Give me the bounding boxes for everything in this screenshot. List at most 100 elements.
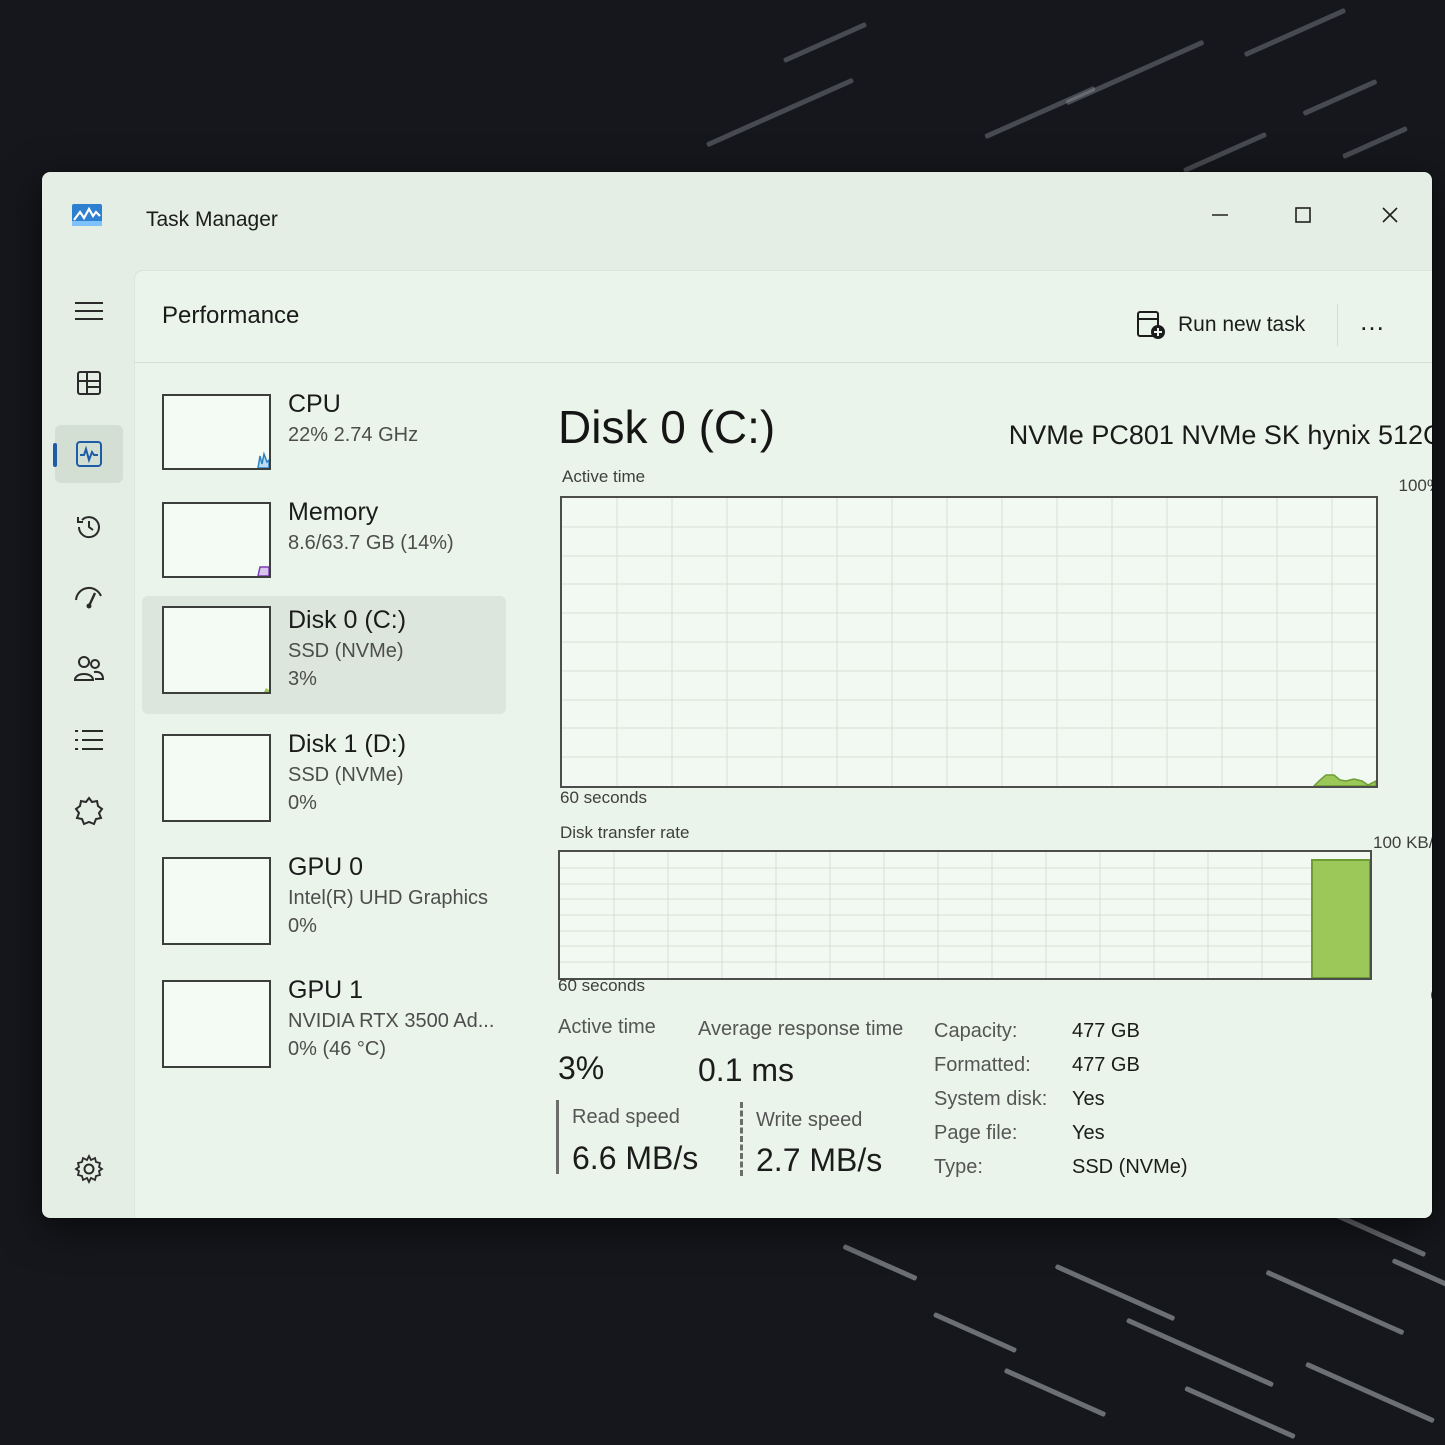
minimize-button[interactable] xyxy=(1192,190,1248,240)
run-task-icon xyxy=(1137,311,1165,339)
close-icon xyxy=(1382,207,1398,223)
performance-icon xyxy=(76,441,102,467)
minimize-icon xyxy=(1212,214,1228,216)
nav-menu-button[interactable] xyxy=(55,282,123,340)
device-thumbnail-graph xyxy=(162,857,271,945)
device-usage: 0% (46 °C) xyxy=(288,1038,387,1060)
device-thumbnail-graph xyxy=(162,606,271,694)
window-title: Task Manager xyxy=(146,208,278,231)
device-name: Memory xyxy=(288,498,379,526)
nav-item-app-history[interactable] xyxy=(55,498,123,556)
device-name: GPU 1 xyxy=(288,976,364,1004)
transfer-rate-graph-plot xyxy=(560,852,1370,978)
active-time-graph-plot xyxy=(562,498,1376,786)
active-time-graph xyxy=(560,496,1378,788)
device-item-gpu0[interactable]: GPU 0 Intel(R) UHD Graphics 0% xyxy=(142,843,506,961)
device-usage: 8.6/63.7 GB (14%) xyxy=(288,532,454,554)
header-divider xyxy=(1337,304,1338,346)
device-type: SSD (NVMe) xyxy=(288,640,404,662)
nav-item-details[interactable] xyxy=(55,711,123,769)
task-manager-window: Task Manager Performance Run new task … … xyxy=(42,172,1432,1218)
device-model: NVIDIA RTX 3500 Ad... xyxy=(288,1010,495,1032)
avg-response-time-label: Average response time xyxy=(698,1018,904,1040)
device-type: SSD (NVMe) xyxy=(288,764,404,786)
nav-item-users[interactable] xyxy=(55,640,123,698)
more-options-button[interactable]: … xyxy=(1359,306,1387,337)
transfer-rate-graph-min: 0 xyxy=(1431,986,1432,1006)
write-speed-indicator xyxy=(740,1102,743,1176)
property-row: Type: SSD (NVMe) xyxy=(934,1156,1254,1190)
write-speed-value: 2.7 MB/s xyxy=(756,1142,883,1178)
nav-item-settings[interactable] xyxy=(55,1140,123,1198)
settings-icon xyxy=(74,1154,104,1184)
device-item-gpu1[interactable]: GPU 1 NVIDIA RTX 3500 Ad... 0% (46 °C) xyxy=(142,966,506,1084)
page-title: Performance xyxy=(162,302,300,329)
property-key: System disk: xyxy=(934,1088,1048,1110)
device-name: Disk 1 (D:) xyxy=(288,730,407,758)
startup-icon xyxy=(75,586,102,609)
device-thumbnail-graph xyxy=(162,502,271,578)
device-thumbnail-graph xyxy=(162,394,271,470)
property-key: Formatted: xyxy=(934,1054,1031,1076)
disk-model: NVMe PC801 NVMe SK hynix 512GB xyxy=(1008,420,1432,450)
read-speed-label: Read speed xyxy=(572,1106,680,1128)
property-key: Capacity: xyxy=(934,1020,1018,1042)
navigation-sidebar xyxy=(42,270,134,1218)
task-manager-logo-icon xyxy=(72,204,102,226)
nav-item-startup-apps[interactable] xyxy=(55,569,123,627)
property-key: Page file: xyxy=(934,1122,1018,1144)
transfer-rate-graph xyxy=(558,850,1372,980)
run-new-task-button[interactable]: Run new task xyxy=(1136,310,1305,340)
property-row: Capacity: 477 GB xyxy=(934,1020,1254,1054)
read-speed-indicator xyxy=(556,1100,559,1174)
device-thumbnail-graph xyxy=(162,734,271,822)
disk-title: Disk 0 (C:) xyxy=(558,401,776,453)
property-value: 477 GB xyxy=(1072,1054,1140,1076)
page-header: Performance Run new task … xyxy=(134,270,1432,363)
property-key: Type: xyxy=(934,1156,983,1178)
property-value: Yes xyxy=(1072,1122,1105,1144)
device-usage: 0% xyxy=(288,915,317,937)
device-name: Disk 0 (C:) xyxy=(288,606,407,634)
hamburger-icon xyxy=(75,302,103,320)
property-value: Yes xyxy=(1072,1088,1105,1110)
active-time-stat-label: Active time xyxy=(558,1016,656,1038)
nav-item-services[interactable] xyxy=(55,782,123,840)
title-bar[interactable]: Task Manager xyxy=(42,172,1432,262)
property-row: Formatted: 477 GB xyxy=(934,1054,1254,1088)
property-row: System disk: Yes xyxy=(934,1088,1254,1122)
device-name: GPU 0 xyxy=(288,853,364,881)
device-item-cpu[interactable]: CPU 22% 2.74 GHz xyxy=(142,380,506,498)
disk-properties: Capacity: 477 GB Formatted: 477 GB Syste… xyxy=(934,1020,1254,1200)
device-item-disk0[interactable]: Disk 0 (C:) SSD (NVMe) 3% xyxy=(142,596,506,714)
users-icon xyxy=(73,656,105,681)
transfer-rate-graph-max: 100 KB/s xyxy=(1373,833,1432,852)
property-value: SSD (NVMe) xyxy=(1072,1156,1188,1178)
device-name: CPU xyxy=(288,390,341,418)
avg-response-time-value: 0.1 ms xyxy=(698,1052,795,1088)
close-button[interactable] xyxy=(1362,190,1418,240)
device-item-disk1[interactable]: Disk 1 (D:) SSD (NVMe) 0% xyxy=(142,720,506,838)
nav-item-processes[interactable] xyxy=(55,354,123,412)
history-icon xyxy=(77,516,100,539)
device-usage: 22% 2.74 GHz xyxy=(288,424,419,446)
read-speed-value: 6.6 MB/s xyxy=(572,1140,699,1176)
device-usage: 0% xyxy=(288,792,317,814)
maximize-button[interactable] xyxy=(1275,190,1331,240)
device-item-memory[interactable]: Memory 8.6/63.7 GB (14%) xyxy=(142,488,506,606)
device-thumbnail-graph xyxy=(162,980,271,1068)
device-usage: 3% xyxy=(288,668,317,690)
performance-content: Performance Run new task … CPU 22% 2.74 … xyxy=(134,270,1432,1218)
maximize-icon xyxy=(1295,207,1311,223)
nav-item-performance[interactable] xyxy=(53,425,123,483)
property-row: Page file: Yes xyxy=(934,1122,1254,1156)
active-time-graph-max: 100% xyxy=(1398,476,1432,495)
property-value: 477 GB xyxy=(1072,1020,1140,1042)
write-speed-label: Write speed xyxy=(756,1109,863,1131)
active-time-graph-duration: 60 seconds xyxy=(560,788,647,807)
services-icon xyxy=(74,796,104,826)
transfer-rate-graph-label: Disk transfer rate xyxy=(560,823,690,842)
device-model: Intel(R) UHD Graphics xyxy=(288,887,489,909)
details-icon xyxy=(75,730,103,750)
active-time-stat-value: 3% xyxy=(558,1050,605,1086)
